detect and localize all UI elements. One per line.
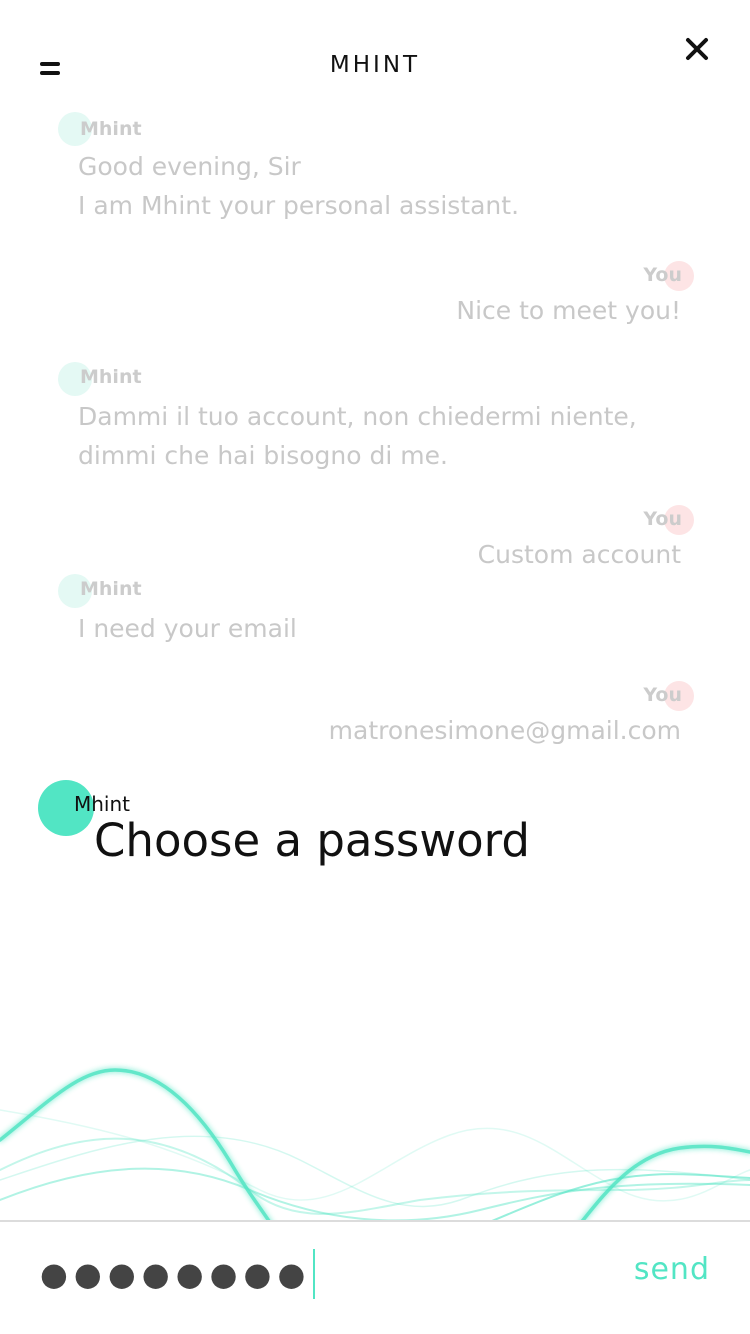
active-message-sender: Mhint [74,792,131,816]
voice-wave-graphic [0,1068,750,1222]
message-bot: Mhint I need your email [0,574,750,654]
password-masked-value: ●●●●●●●● [40,1255,312,1293]
text-caret [313,1249,316,1299]
input-divider [0,1220,750,1222]
send-button[interactable]: send [610,1252,710,1298]
message-sender: You [643,264,682,286]
message-line: I need your email [78,614,297,643]
message-bot: Mhint Dammi il tuo account, non chiederm… [0,362,750,472]
chat-screen: MHINT Mhint Good evening, Sir I am Mhint… [0,0,750,1334]
message-line: I am Mhint your personal assistant. [78,191,520,220]
message-line: matronesimone@gmail.com [328,716,681,745]
message-user: You Custom account [0,504,750,584]
message-user: You matronesimone@gmail.com [0,680,750,760]
active-message-text: Choose a password [94,814,530,867]
message-sender: Mhint [80,366,142,388]
close-icon[interactable] [684,36,710,62]
message-sender: Mhint [80,578,142,600]
message-line: dimmi che hai bisogno di me. [78,441,448,470]
message-line: Custom account [477,540,681,569]
message-bot: Mhint Good evening, Sir I am Mhint your … [0,112,750,222]
message-line: Dammi il tuo account, non chiedermi nien… [78,402,637,431]
app-title: MHINT [329,52,421,78]
message-line: Nice to meet you! [456,296,681,325]
message-sender: Mhint [80,118,142,140]
password-input[interactable]: ●●●●●●●● [40,1246,560,1302]
message-sender: You [643,508,682,530]
message-sender: You [643,684,682,706]
message-line: Good evening, Sir [78,152,301,181]
message-user: You Nice to meet you! [0,260,750,340]
